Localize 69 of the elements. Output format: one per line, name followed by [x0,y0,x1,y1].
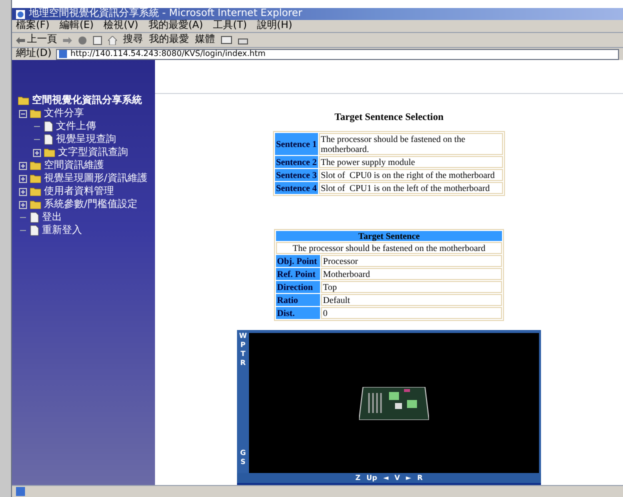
field-label: Obj. Point [276,255,320,267]
document-icon [44,121,53,132]
expand-toggle-icon[interactable] [18,200,26,208]
sentence-text: The processor should be fastened on the motherboard. [318,133,503,155]
favorites-button[interactable]: 我的最愛 [149,35,189,45]
expand-toggle-icon[interactable] [18,188,26,196]
sentence-label[interactable]: Sentence 3 [275,169,318,181]
tree-item[interactable]: 空間資訊維護 [44,160,104,170]
folder-icon [44,148,55,157]
media-button[interactable]: 媒體 [195,35,215,45]
document-icon [30,212,39,223]
sentence-label[interactable]: Sentence 1 [275,133,318,155]
tree-item[interactable]: 系統參數/門檻值設定 [44,200,138,210]
folder-icon [30,200,41,209]
stop-icon[interactable] [78,36,87,44]
browser-icon [16,10,25,18]
expand-toggle-icon[interactable] [32,148,40,156]
field-label: Ratio [276,294,320,306]
collapse-toggle-icon[interactable] [18,110,26,118]
sentence-text: Slot of CPU1 is on the left of the motherboard [318,182,503,194]
back-arrow-icon [16,36,25,44]
sentence-text: Slot of CPU0 is on the right of the motherboard [318,169,503,181]
tree-item[interactable]: 使用者資料管理 [44,186,114,196]
document-icon [44,134,53,145]
menu-item[interactable]: 檢視(V) [104,21,138,31]
page-icon [58,50,67,58]
folder-icon [18,96,29,105]
address-field[interactable]: http://140.114.54.243:8080/KVS/login/index.htm [56,48,619,60]
sentence-label[interactable]: Sentence 4 [275,182,318,194]
back-button[interactable]: 上一頁 [16,35,57,45]
folder-icon [30,174,41,183]
tree-item[interactable]: 文字型資訊查詢 [58,148,128,158]
menu-item[interactable]: 工具(T) [213,21,247,31]
page-icon [16,487,25,496]
table-header: Target Sentence [276,231,502,241]
motherboard-drawing [359,386,429,420]
menu-item[interactable]: 說明(H) [256,21,292,31]
field-value: Motherboard [321,268,502,280]
window-title: 地理空間視覺化資訊分享系統 - Microsoft Internet Explorer [29,9,302,19]
expand-toggle-icon[interactable] [18,162,26,170]
tree-item[interactable]: 重新登入 [42,226,82,236]
field-label: Direction [276,281,320,293]
document-icon [30,225,39,236]
tree-item[interactable]: 視覺呈現查詢 [56,134,116,144]
tree-item[interactable]: 登出 [42,212,62,222]
menu-item[interactable]: 編輯(E) [60,21,94,31]
section-title: Target Sentence Selection [334,111,444,125]
field-value: Top [321,281,502,293]
tree-item[interactable]: 文件上傳 [56,122,96,132]
field-value: Processor [321,255,502,267]
folder-icon [30,109,41,118]
expand-toggle-icon[interactable] [18,174,26,182]
menu-item[interactable]: 檔案(F) [16,21,50,31]
tree-root[interactable]: 空間視覺化資訊分享系統 [32,96,142,106]
tree-item[interactable]: 視覺呈現圖形/資訊維護 [44,174,148,184]
folder-icon [30,161,41,170]
target-sentence: The processor should be fastened on the motherboard [276,242,502,254]
sentence-text: The power supply module [318,156,503,168]
tree-item[interactable]: 文件分享 [44,108,84,118]
field-value: Default [321,294,502,306]
address-label: 網址(D) [16,49,52,59]
menu-item[interactable]: 我的最愛(A) [148,21,203,31]
home-icon[interactable] [108,36,117,44]
field-label: Dist. [276,307,320,319]
folder-icon [30,187,41,196]
field-label: Ref. Point [276,268,320,280]
field-value: 0 [321,307,502,319]
search-button[interactable]: 搜尋 [123,35,143,45]
sentence-label[interactable]: Sentence 2 [275,156,318,168]
